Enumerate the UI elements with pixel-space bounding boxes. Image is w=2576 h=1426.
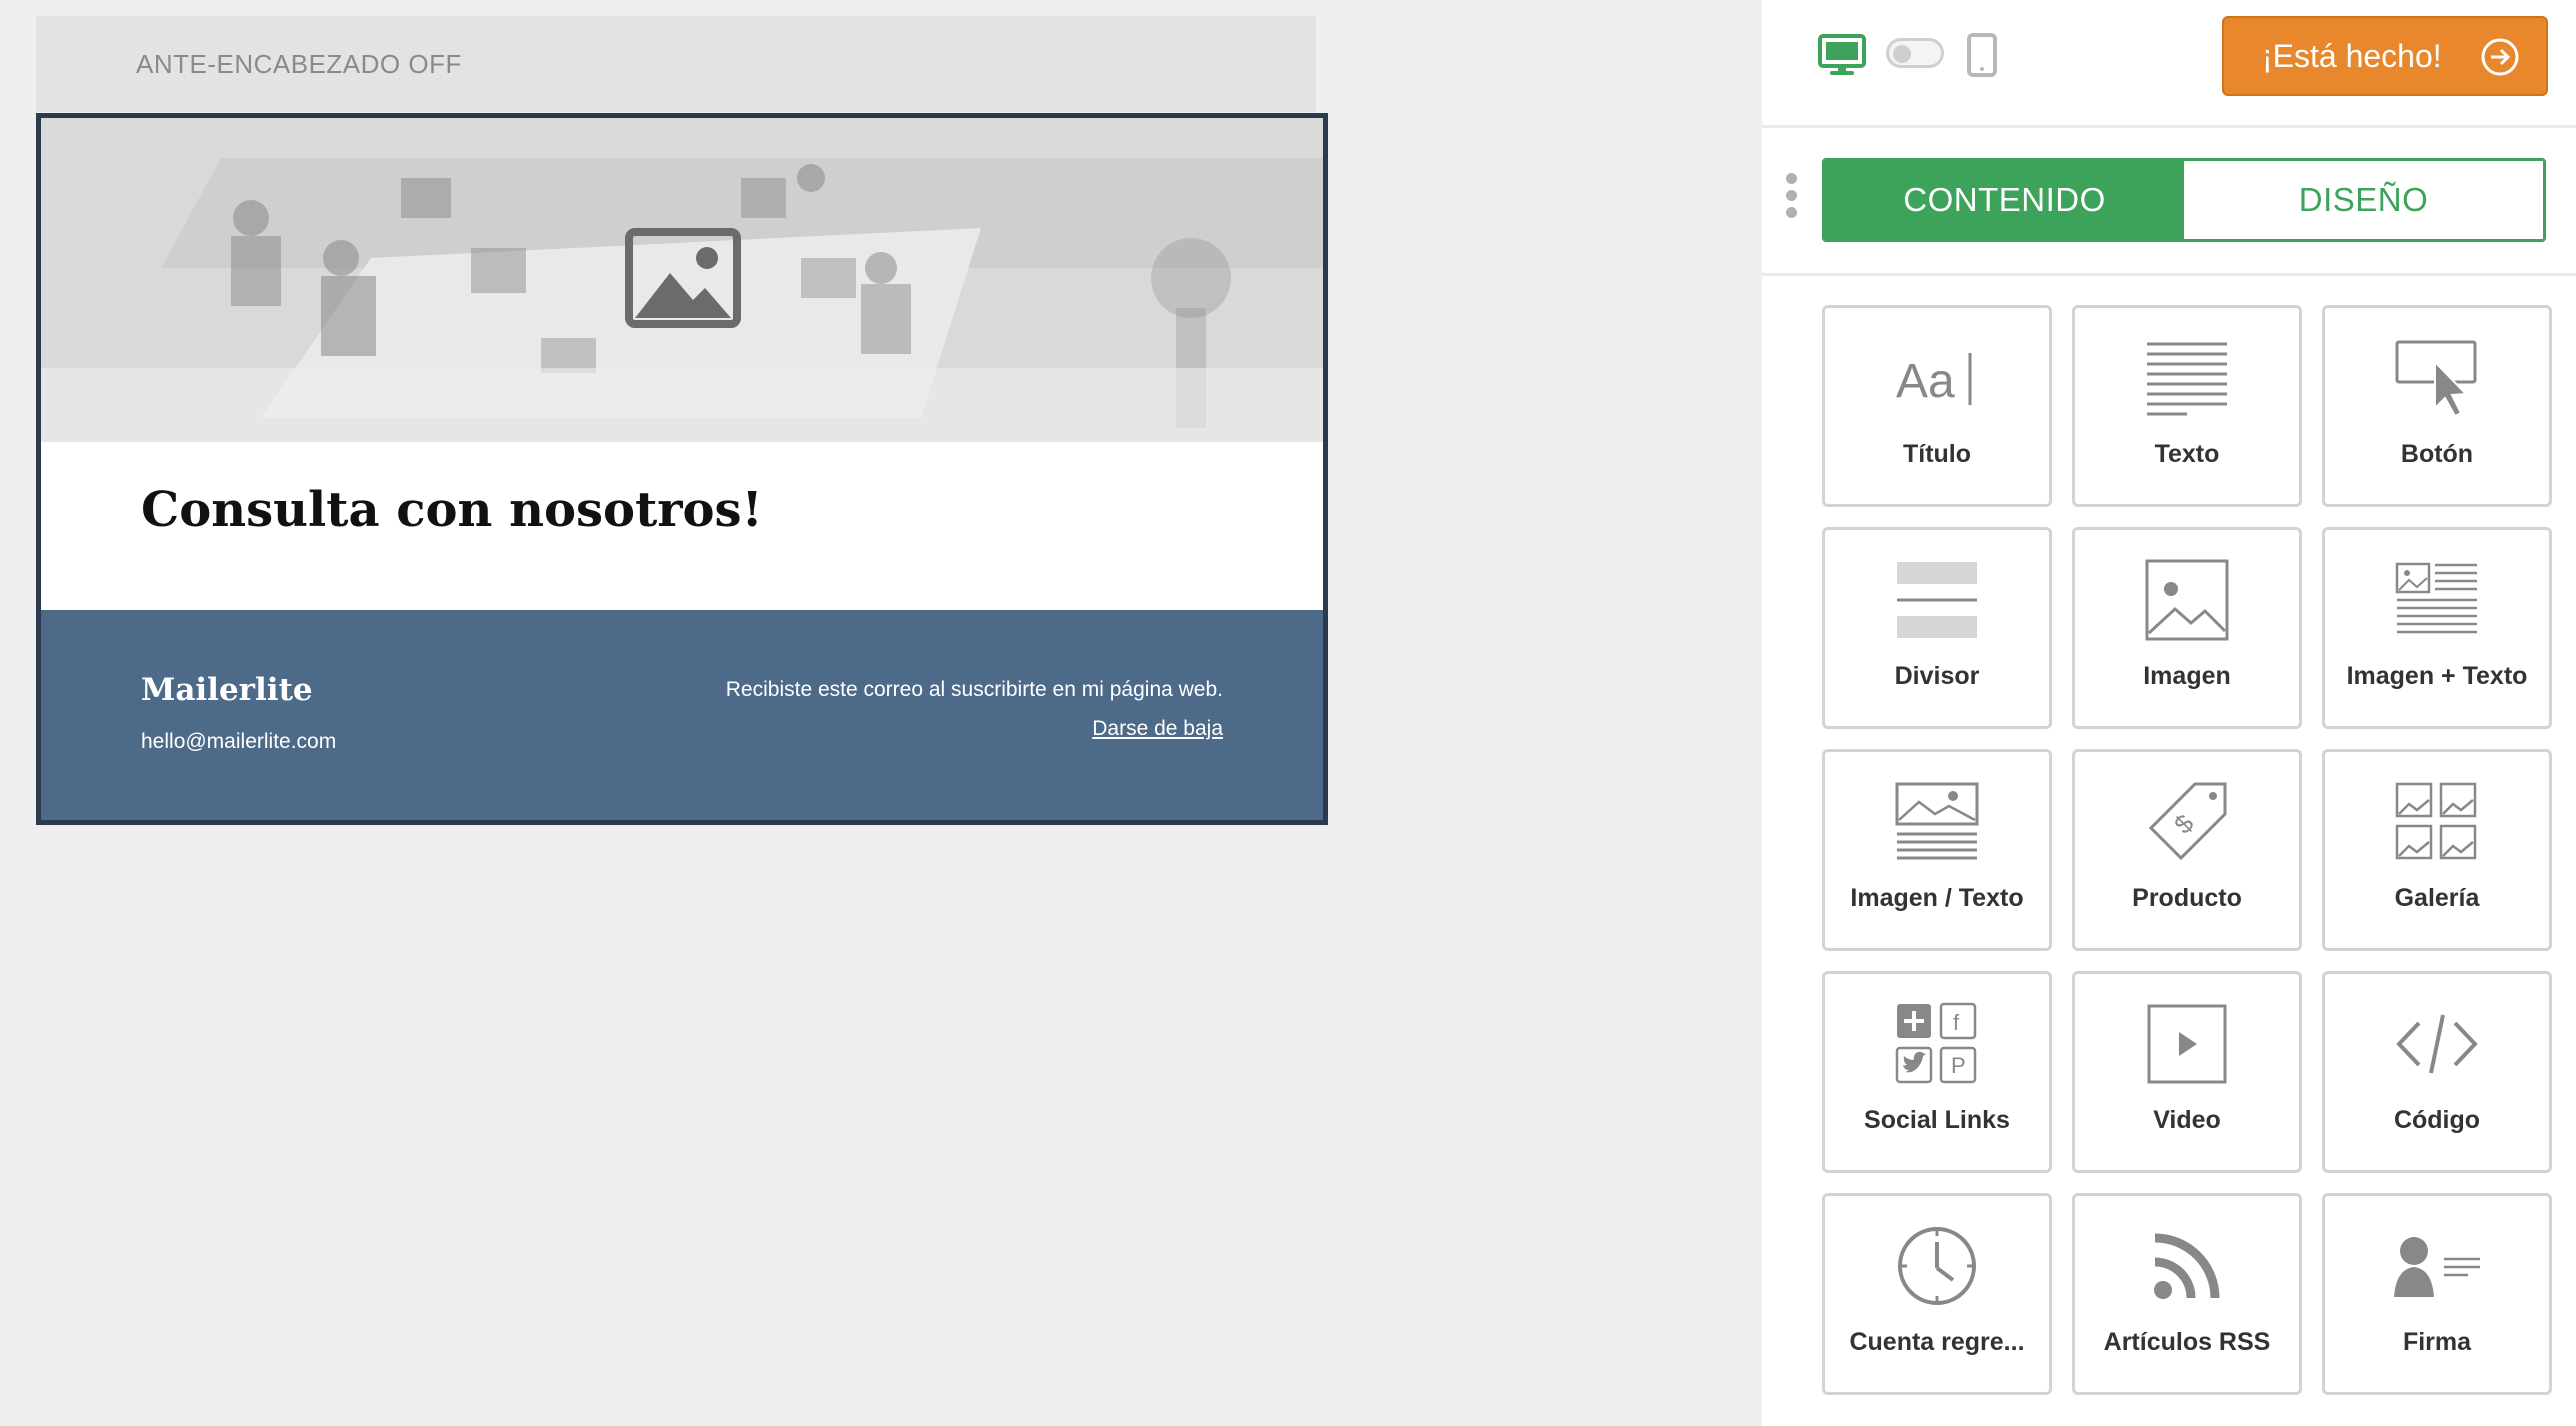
- svg-text:f: f: [1953, 1010, 1960, 1035]
- editor-sidebar: ¡Está hecho! CONTENIDO DISEÑO Aa Título: [1762, 0, 2576, 1426]
- block-video[interactable]: Video: [2072, 971, 2302, 1173]
- block-imagen[interactable]: Imagen: [2072, 527, 2302, 729]
- code-icon: [2396, 1014, 2478, 1074]
- mobile-icon[interactable]: [1966, 32, 1998, 78]
- block-label: Cuenta regre...: [1849, 1328, 2025, 1356]
- tab-row: CONTENIDO DISEÑO: [1762, 131, 2576, 276]
- block-label: Código: [2393, 1106, 2481, 1134]
- signature-icon: [2394, 1237, 2480, 1297]
- image-icon: [2145, 559, 2229, 641]
- tab-contenido[interactable]: CONTENIDO: [1825, 161, 2184, 239]
- block-label: Imagen / Texto: [1850, 884, 2024, 912]
- footer-brand: Mailerlite: [141, 672, 313, 708]
- desktop-icon[interactable]: [1818, 34, 1866, 76]
- done-button-label: ¡Está hecho!: [2262, 37, 2442, 74]
- block-boton[interactable]: Botón: [2322, 305, 2552, 507]
- rss-icon: [2154, 1233, 2220, 1299]
- block-label: Galería: [2394, 884, 2480, 912]
- device-toggle[interactable]: [1886, 38, 1944, 68]
- footer-notice: Recibiste este correo al suscribirte en …: [725, 678, 1223, 701]
- block-imagen-mas-texto[interactable]: Imagen + Texto: [2322, 527, 2552, 729]
- block-label: Texto: [2154, 440, 2220, 468]
- title-icon: Aa: [1896, 353, 1972, 408]
- block-label: Botón: [2400, 440, 2474, 468]
- block-label: Firma: [2402, 1328, 2472, 1356]
- footer-block[interactable]: Mailerlite hello@mailerlite.com Recibist…: [41, 610, 1323, 820]
- video-icon: [2147, 1004, 2227, 1084]
- hero-image-block[interactable]: [41, 118, 1323, 442]
- email-template[interactable]: Consulta con nosotros! Mailerlite hello@…: [36, 113, 1328, 825]
- block-label: Artículos RSS: [2103, 1328, 2271, 1356]
- block-label: Producto: [2132, 884, 2242, 912]
- toggle-knob: [1893, 45, 1911, 63]
- block-label: Video: [2153, 1106, 2221, 1134]
- gallery-icon: [2395, 782, 2477, 860]
- done-button[interactable]: ¡Está hecho!: [2222, 16, 2548, 96]
- svg-text:Aa: Aa: [1896, 355, 1955, 408]
- tab-diseno[interactable]: DISEÑO: [2184, 161, 2543, 239]
- block-cuenta-regresiva[interactable]: Cuenta regre...: [1822, 1193, 2052, 1395]
- sidebar-topbar: ¡Está hecho!: [1762, 0, 2576, 128]
- tab-bar: CONTENIDO DISEÑO: [1822, 158, 2546, 242]
- preheader-bar[interactable]: ANTE-ENCABEZADO OFF: [36, 16, 1316, 112]
- block-firma[interactable]: Firma: [2322, 1193, 2552, 1395]
- countdown-clock-icon: [1898, 1227, 1976, 1305]
- svg-text:P: P: [1951, 1053, 1966, 1078]
- heading-block[interactable]: Consulta con nosotros!: [41, 442, 1323, 610]
- block-codigo[interactable]: Código: [2322, 971, 2552, 1173]
- image-plus-text-icon: [2395, 562, 2477, 634]
- block-texto[interactable]: Texto: [2072, 305, 2302, 507]
- email-canvas: ANTE-ENCABEZADO OFF Consulta con nosotro…: [0, 0, 1762, 1426]
- preheader-label: ANTE-ENCABEZADO OFF: [136, 49, 462, 79]
- block-social-links[interactable]: f P Social Links: [1822, 971, 2052, 1173]
- divider-icon: [1897, 562, 1977, 638]
- block-divisor[interactable]: Divisor: [1822, 527, 2052, 729]
- block-titulo[interactable]: Aa Título: [1822, 305, 2052, 507]
- image-placeholder-icon: [625, 228, 741, 328]
- block-label: Imagen: [2143, 662, 2231, 690]
- block-label: Social Links: [1864, 1106, 2010, 1134]
- arrow-right-circle-icon: [2481, 38, 2519, 76]
- unsubscribe-link[interactable]: Darse de baja: [1092, 717, 1223, 741]
- block-label: Título: [1902, 440, 1972, 468]
- block-label: Imagen + Texto: [2346, 662, 2528, 690]
- block-label: Divisor: [1894, 662, 1980, 690]
- block-galeria[interactable]: Galería: [2322, 749, 2552, 951]
- product-tag-icon: $: [2148, 782, 2227, 861]
- drag-handle-icon[interactable]: [1786, 173, 1798, 224]
- svg-text:$: $: [2168, 808, 2200, 840]
- footer-email: hello@mailerlite.com: [141, 730, 337, 753]
- email-heading: Consulta con nosotros!: [141, 482, 763, 538]
- image-over-text-icon: [1895, 782, 1979, 860]
- button-icon: [2395, 340, 2477, 418]
- text-icon: [2147, 342, 2227, 416]
- block-producto[interactable]: $ Producto: [2072, 749, 2302, 951]
- social-links-icon: f P: [1895, 1002, 1977, 1084]
- content-blocks-grid: Aa Título Texto Botón Divisor Imagen Ima…: [1822, 305, 2552, 1395]
- block-imagen-texto[interactable]: Imagen / Texto: [1822, 749, 2052, 951]
- block-articulos-rss[interactable]: Artículos RSS: [2072, 1193, 2302, 1395]
